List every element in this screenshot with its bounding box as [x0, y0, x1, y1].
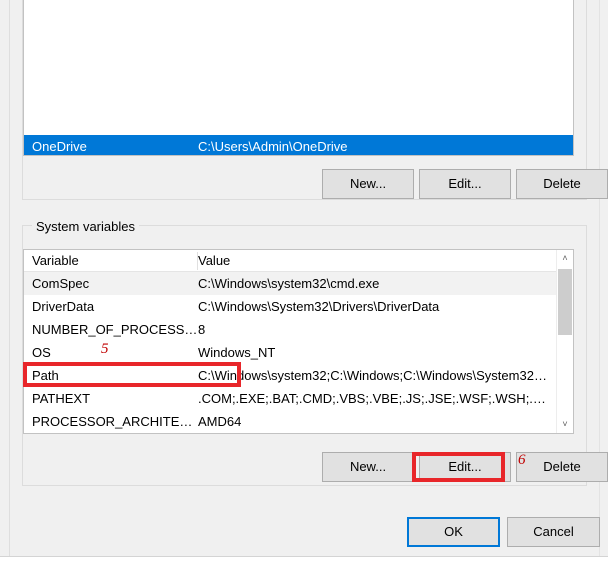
- system-variable-name: PATHEXT: [32, 391, 91, 406]
- cancel-button[interactable]: Cancel: [507, 517, 600, 547]
- system-variable-value: Intel64 Family 6 Model 142 Stepping 11, …: [198, 433, 548, 434]
- table-row[interactable]: PROCESSOR_ARCHITECTU...AMD64: [24, 410, 573, 433]
- ok-button[interactable]: OK: [407, 517, 500, 547]
- table-row[interactable]: NUMBER_OF_PROCESSORS 8: [24, 318, 573, 341]
- system-variable-name: Path: [32, 368, 59, 383]
- system-variable-value: .COM;.EXE;.BAT;.CMD;.VBS;.VBE;.JS;.JSE;.…: [198, 391, 548, 406]
- system-variable-name: NUMBER_OF_PROCESSORS: [32, 322, 198, 337]
- user-variables-new-button[interactable]: New...: [322, 169, 414, 199]
- user-variables-list-rows: OneDriveC:\Users\Admin\OneDrive PathC:\U…: [24, 0, 573, 155]
- chevron-up-icon[interactable]: ˄: [557, 250, 573, 267]
- system-variable-name: ComSpec: [32, 276, 90, 291]
- table-row[interactable]: OneDrive C:\Users\Admin\OneDrive: [24, 135, 573, 155]
- table-row[interactable]: ComSpec C:\Windows\system32\cmd.exe: [24, 272, 573, 295]
- table-row[interactable]: DriverData C:\Windows\System32\Drivers\Dr…: [24, 295, 573, 318]
- column-header-value[interactable]: Value: [198, 253, 230, 268]
- user-variables-edit-button[interactable]: Edit...: [419, 169, 511, 199]
- system-variables-legend: System variables: [32, 219, 139, 234]
- system-variables-delete-button[interactable]: Delete: [516, 452, 608, 482]
- system-variables-path-row[interactable]: Path C:\Windows\system32;C:\Windows;C:\Wi…: [24, 364, 573, 387]
- system-variable-value: C:\Windows\system32\cmd.exe: [198, 276, 380, 291]
- window-left-frame: [0, 0, 10, 556]
- system-variables-list[interactable]: Variable Value ComSpec C:\Windows\system32…: [23, 249, 574, 434]
- table-row[interactable]: PATHEXT .COM;.EXE;.BAT;.CMD;.VBS;.VBE;.JS…: [24, 387, 573, 410]
- system-variable-name: PROCESSOR_ARCHITECTU...: [32, 414, 198, 429]
- column-divider[interactable]: [197, 252, 198, 270]
- system-variable-name: OS: [32, 345, 51, 360]
- system-variables-edit-button[interactable]: Edit...: [419, 452, 511, 482]
- system-variable-name: PROCESSOR_IDENTIFIER: [32, 433, 198, 434]
- column-header-variable[interactable]: Variable: [32, 250, 198, 272]
- table-row[interactable]: OS Windows_NT: [24, 341, 573, 364]
- user-variable-name: OneDrive: [32, 139, 87, 154]
- table-row[interactable]: PROCESSOR_IDENTIFIERIntel64 Family 6 Mod…: [24, 433, 573, 434]
- system-variable-value: AMD64: [198, 414, 242, 429]
- system-variables-new-button[interactable]: New...: [322, 452, 414, 482]
- environment-variables-dialog: OneDrive C:\Users\Admin\OneDrive Path C:\U…: [0, 0, 608, 564]
- user-variables-list[interactable]: OneDriveC:\Users\Admin\OneDrive PathC:\U…: [23, 0, 574, 156]
- user-variables-delete-button[interactable]: Delete: [516, 169, 608, 199]
- system-variable-value: C:\Windows\system32;C:\Windows;C:\Window…: [198, 368, 548, 383]
- scrollbar-thumb[interactable]: [558, 269, 572, 335]
- dialog-body: OneDrive C:\Users\Admin\OneDrive Path C:\U…: [10, 0, 608, 556]
- system-variable-value: Windows_NT: [198, 345, 276, 360]
- user-variable-value: C:\Users\Admin\OneDrive: [198, 139, 348, 154]
- system-variable-name: DriverData: [32, 299, 95, 314]
- system-variable-value: C:\Windows\System32\Drivers\DriverData: [198, 299, 440, 314]
- system-variables-header: Variable Value: [24, 250, 573, 272]
- user-variables-list-spacer: [24, 0, 573, 135]
- chevron-down-icon[interactable]: ˅: [557, 416, 573, 433]
- system-variables-scrollbar[interactable]: ˄ ˅: [556, 250, 573, 433]
- system-variable-value: 8: [198, 322, 206, 337]
